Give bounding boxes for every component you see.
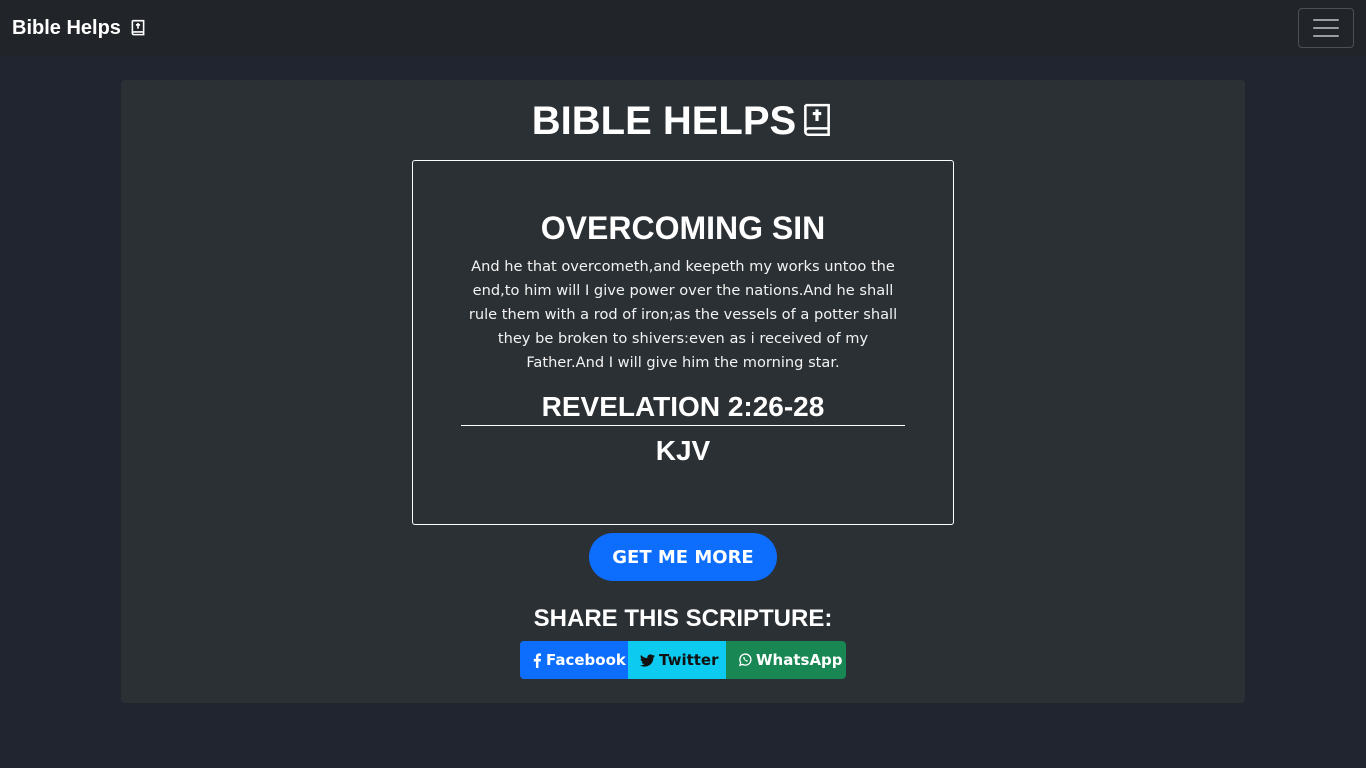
whatsapp-share-button[interactable]: WhatsApp <box>726 641 846 679</box>
facebook-icon <box>533 652 542 668</box>
scripture-topic: OVERCOMING SIN <box>540 210 826 246</box>
navbar-toggle-button[interactable] <box>1298 8 1354 48</box>
scripture-verse: And he that overcometh,and keepeth my wo… <box>468 258 898 371</box>
twitter-share-button[interactable]: Twitter <box>628 641 726 679</box>
page-title-text: BIBLE HELPS <box>531 99 797 143</box>
bible-book-icon <box>131 19 145 36</box>
divider <box>461 425 905 426</box>
whatsapp-icon <box>738 653 752 667</box>
hamburger-menu-icon <box>1313 19 1339 21</box>
navbar: Bible Helps <box>0 0 1366 56</box>
twitter-label: Twitter <box>659 651 719 669</box>
facebook-share-button[interactable]: Facebook <box>520 641 628 679</box>
facebook-label: Facebook <box>546 651 626 669</box>
share-heading: SHARE THIS SCRIPTURE: <box>533 605 833 632</box>
brand-label: Bible Helps <box>12 17 121 39</box>
get-more-button[interactable]: GET ME MORE <box>589 533 777 581</box>
page-title: BIBLE HELPS <box>0 98 1366 144</box>
hamburger-menu-icon <box>1313 27 1339 29</box>
hamburger-menu-icon <box>1313 35 1339 37</box>
bible-book-icon <box>804 103 831 137</box>
scripture-reference: REVELATION 2:26-28 <box>541 391 825 422</box>
twitter-icon <box>640 653 655 667</box>
whatsapp-label: WhatsApp <box>756 651 843 669</box>
scripture-version: KJV <box>655 435 711 466</box>
share-button-group: Facebook Twitter WhatsApp <box>520 641 846 679</box>
navbar-brand[interactable]: Bible Helps <box>12 14 147 42</box>
